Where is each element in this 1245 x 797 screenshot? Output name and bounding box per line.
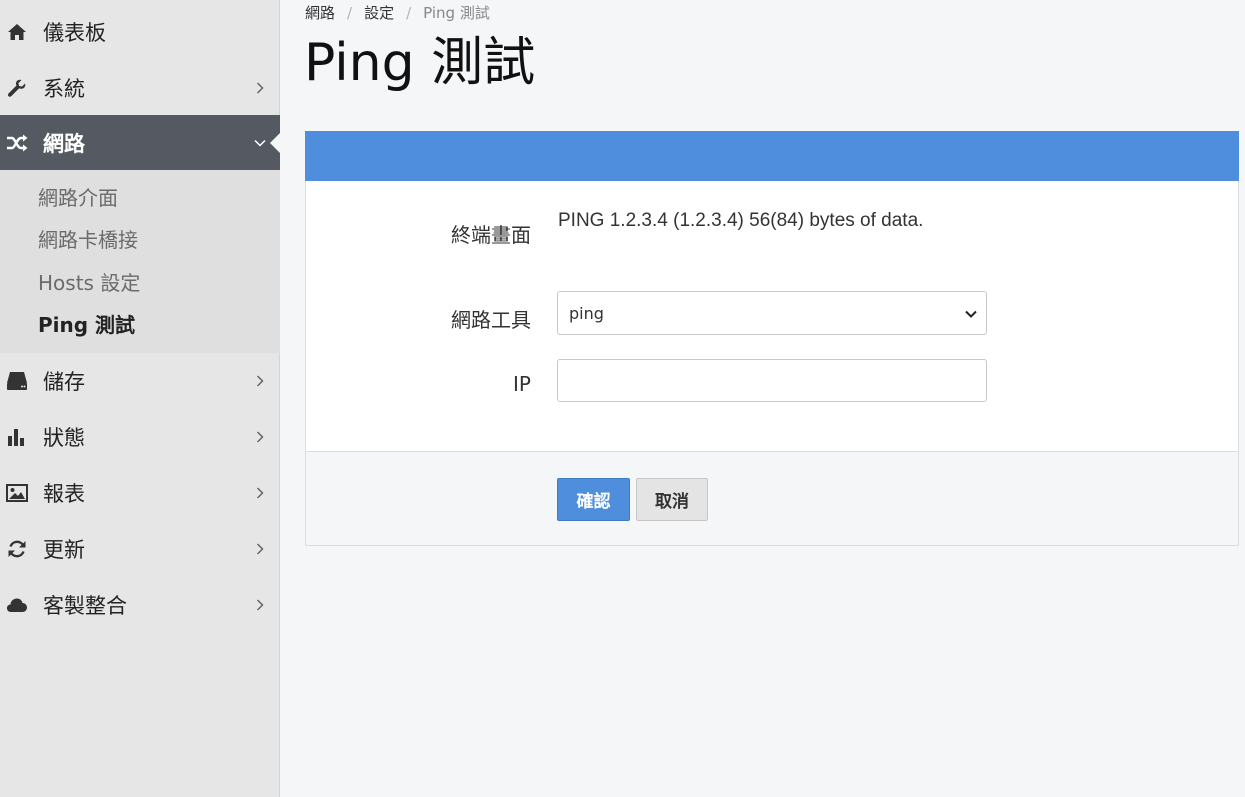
chevron-right-icon	[254, 430, 266, 444]
panel-footer: 確認 取消	[306, 451, 1238, 545]
sidebar-item-storage[interactable]: 儲存	[0, 353, 280, 409]
network-submenu: 網路介面 網路卡橋接 Hosts 設定 Ping 測試	[0, 170, 280, 353]
sidebar-item-label: 系統	[43, 77, 85, 101]
wrench-icon	[6, 77, 28, 99]
sidebar-item-label: 報表	[43, 482, 85, 506]
chevron-right-icon	[254, 598, 266, 612]
shuffle-icon	[6, 132, 28, 154]
submenu-item-ping[interactable]: Ping 測試	[38, 310, 135, 340]
sidebar-item-label: 儲存	[43, 370, 85, 394]
chevron-right-icon	[254, 81, 266, 95]
chevron-down-icon	[964, 306, 978, 320]
chevron-right-icon	[254, 486, 266, 500]
hdd-icon	[6, 370, 28, 392]
submenu-item-hosts[interactable]: Hosts 設定	[38, 268, 140, 298]
home-icon	[6, 21, 28, 43]
sidebar-item-reports[interactable]: 報表	[0, 465, 280, 521]
breadcrumb: 網路 / 設定 / Ping 測試	[305, 3, 490, 23]
sidebar-item-update[interactable]: 更新	[0, 521, 280, 577]
submenu-item-interfaces[interactable]: 網路介面	[38, 183, 118, 213]
breadcrumb-separator: /	[347, 4, 353, 22]
sidebar-item-label: 狀態	[43, 426, 85, 450]
ip-label: IP	[513, 372, 531, 396]
tool-select[interactable]: ping	[557, 291, 987, 335]
ping-form-panel: 終端畫面 PING 1.2.3.4 (1.2.3.4) 56(84) bytes…	[305, 131, 1239, 546]
image-icon	[6, 482, 28, 504]
refresh-icon	[6, 538, 28, 560]
bar-chart-icon	[6, 426, 28, 448]
active-indicator	[270, 132, 281, 154]
breadcrumb-item[interactable]: 網路	[305, 3, 335, 23]
sidebar-item-status[interactable]: 狀態	[0, 409, 280, 465]
terminal-output: PING 1.2.3.4 (1.2.3.4) 56(84) bytes of d…	[558, 210, 924, 231]
panel-header	[305, 131, 1239, 181]
page-title: Ping 測試	[304, 33, 536, 93]
cloud-icon	[6, 594, 28, 616]
breadcrumb-separator: /	[406, 4, 412, 22]
sidebar: 儀表板 系統 網路 網路介面 網路卡橋接 Hosts 設定 Ping 測試 儲存	[0, 0, 281, 797]
tool-select-value: ping	[569, 303, 604, 323]
confirm-button[interactable]: 確認	[557, 478, 630, 521]
submenu-item-bridge[interactable]: 網路卡橋接	[38, 225, 138, 255]
chevron-right-icon	[254, 374, 266, 388]
chevron-right-icon	[254, 542, 266, 556]
sidebar-item-network[interactable]: 網路	[0, 115, 281, 171]
sidebar-item-system[interactable]: 系統	[0, 60, 280, 116]
chevron-down-icon	[254, 136, 266, 150]
sidebar-item-label: 網路	[43, 132, 85, 156]
sidebar-item-label: 儀表板	[43, 21, 106, 45]
sidebar-item-custom-integration[interactable]: 客製整合	[0, 577, 280, 633]
tool-label: 網路工具	[451, 308, 531, 332]
ip-input[interactable]	[557, 359, 987, 402]
breadcrumb-current: Ping 測試	[423, 4, 490, 22]
sidebar-item-label: 更新	[43, 538, 85, 562]
terminal-label: 終端畫面	[451, 223, 531, 247]
sidebar-item-label: 客製整合	[43, 594, 127, 618]
breadcrumb-item[interactable]: 設定	[364, 3, 394, 23]
cancel-button[interactable]: 取消	[636, 478, 708, 521]
sidebar-item-dashboard[interactable]: 儀表板	[0, 4, 280, 60]
